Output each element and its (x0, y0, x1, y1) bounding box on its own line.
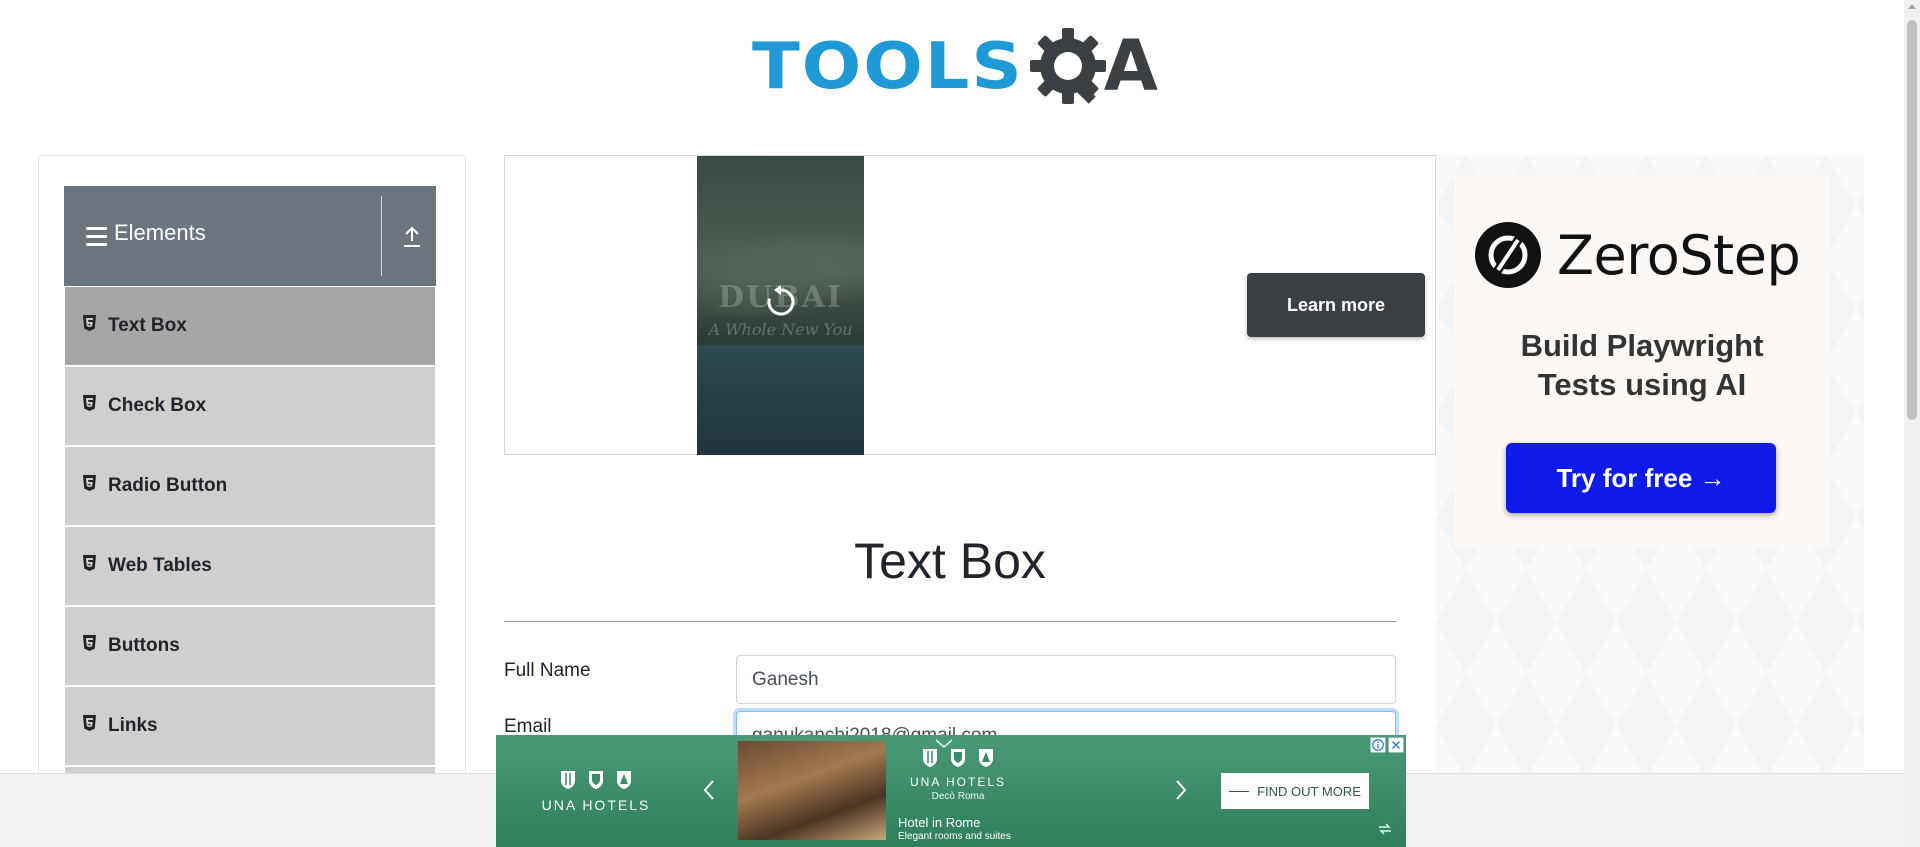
sub-brand: Decò Roma (931, 791, 985, 802)
learn-more-button[interactable]: Learn more (1247, 273, 1425, 337)
menu-icon (86, 227, 107, 246)
sidebar-item-label: Text Box (108, 315, 187, 336)
find-out-more-button[interactable]: FIND OUT MORE (1221, 773, 1369, 809)
sidebar-item-radio-button[interactable]: Radio Button (65, 447, 435, 526)
zerostep-tagline: Build Playwright Tests using AI (1454, 326, 1830, 404)
ad-subline: Elegant rooms and suites (898, 831, 1011, 842)
toolsqa-logo[interactable]: TOOLS A (752, 18, 1158, 114)
page: TOOLS A Elements Text Box Check Box Radi… (0, 0, 1920, 847)
shield-icon (589, 771, 603, 789)
page-title: Text Box (854, 533, 1046, 589)
zerostep-logo-icon (1475, 222, 1541, 288)
sidebar-item-web-tables[interactable]: Web Tables (65, 527, 435, 606)
chevron-down-icon[interactable] (934, 739, 954, 749)
sidebar-item-links[interactable]: Links (65, 687, 435, 766)
shield-icon (561, 771, 575, 789)
hotel-photo[interactable] (738, 741, 886, 840)
chevron-left-icon[interactable] (702, 779, 716, 801)
una-hotels-ad[interactable]: UNA HOTELS UNA HOTELS Decò Roma Hotel in… (496, 735, 1406, 847)
banner-ad[interactable]: DUBAI A Whole New You Learn more (504, 155, 1436, 455)
sidebar-item-label: Buttons (108, 635, 180, 656)
try-for-free-button[interactable]: Try for free → (1506, 443, 1776, 513)
elements-group-header[interactable]: Elements (64, 186, 436, 286)
logo-text-tools: TOOLS (752, 28, 1024, 104)
shield-icon (951, 749, 965, 767)
sidebar-item-label: Check Box (108, 395, 207, 416)
logo-text-a: A (1103, 25, 1158, 107)
sidebar-item-label: Radio Button (108, 475, 228, 496)
chevron-right-icon[interactable] (1174, 779, 1188, 801)
full-name-input[interactable]: Ganesh (736, 655, 1396, 704)
brand-text: UNA HOTELS (541, 797, 651, 813)
header-divider (381, 196, 382, 276)
sidebar-item-label: Links (108, 715, 158, 736)
scroll-up-icon[interactable] (1908, 4, 1916, 9)
title-divider (504, 621, 1396, 622)
ad-close-icon[interactable] (1388, 737, 1404, 753)
refresh-icon[interactable] (1376, 821, 1394, 837)
group-title: Elements (114, 220, 206, 245)
html5-icon (83, 475, 96, 491)
html5-icon (83, 555, 96, 571)
cta-label: FIND OUT MORE (1257, 783, 1361, 799)
gear-icon (1028, 26, 1108, 106)
sidebar-item-text-box[interactable]: Text Box (65, 287, 435, 366)
shield-icon (923, 749, 937, 767)
sidebar-item-label: Web Tables (108, 555, 212, 576)
video-tagline: A Whole New You (708, 320, 853, 339)
ad-headline: Hotel in Rome (898, 815, 981, 830)
ad-video[interactable]: DUBAI A Whole New You (697, 156, 864, 455)
scrollbar-thumb[interactable] (1907, 20, 1917, 420)
shield-icon (979, 749, 993, 767)
vertical-scrollbar[interactable] (1904, 0, 1920, 847)
tagline-line-2: Tests using AI (1537, 367, 1747, 402)
shield-icon (617, 771, 631, 789)
ad-info-icon[interactable] (1370, 737, 1386, 753)
sidebar-item-buttons[interactable]: Buttons (65, 607, 435, 686)
sidebar-item-check-box[interactable]: Check Box (65, 367, 435, 446)
brand-text-secondary: UNA HOTELS (909, 775, 1007, 789)
html5-icon (83, 715, 96, 731)
html5-icon (83, 315, 96, 331)
una-hotels-logo: UNA HOTELS (536, 771, 656, 813)
replay-icon[interactable] (763, 284, 799, 320)
full-name-label: Full Name (504, 660, 591, 681)
html5-icon (83, 395, 96, 411)
tagline-line-1: Build Playwright (1520, 328, 1764, 363)
html5-icon (83, 635, 96, 651)
zerostep-brand: ZeroStep (1557, 224, 1801, 287)
una-hotels-logo-secondary: UNA HOTELS Decò Roma (898, 749, 1018, 802)
collapse-icon[interactable] (402, 226, 422, 248)
